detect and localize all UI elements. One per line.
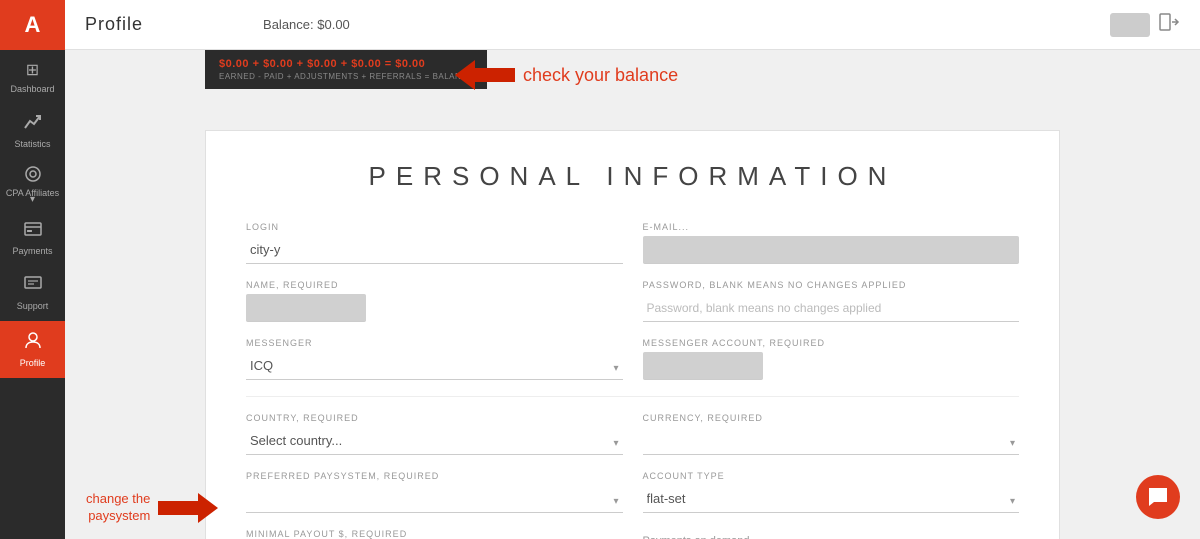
chat-button[interactable] [1136, 475, 1180, 519]
paysystem-select-wrapper [246, 485, 623, 513]
country-label: COUNTRY, REQUIRED [246, 413, 623, 423]
chat-icon [1147, 486, 1169, 508]
dashboard-icon: ⊞ [26, 60, 39, 80]
form-group-password: PASSWORD, BLANK MEANS NO CHANGES APPLIED [643, 280, 1020, 322]
form-group-email: E-MAIL... [643, 222, 1020, 264]
paysystem-select[interactable] [246, 485, 623, 513]
sidebar-item-label-dashboard: Dashboard [10, 84, 54, 94]
sidebar-item-statistics[interactable]: Statistics [0, 104, 65, 159]
content-area: $0.00 + $0.00 + $0.00 + $0.00 = $0.00 EA… [65, 50, 1200, 539]
form-group-messenger: MESSENGER ICQ Skype Telegram [246, 338, 623, 380]
form-group-login: LOGIN [246, 222, 623, 264]
balance-value: $0.00 [317, 17, 350, 32]
profile-form-card: change thepaysystem PERSONAL INFORMATION… [205, 130, 1060, 539]
form-row-name-password: NAME, REQUIRED PASSWORD, BLANK MEANS NO … [246, 280, 1019, 322]
balance-labels: EARNED - PAID + ADJUSTMENTS + REFERRALS … [219, 72, 473, 81]
topbar: Profile Balance: $0.00 [65, 0, 1200, 50]
messenger-select-wrapper: ICQ Skype Telegram [246, 352, 623, 380]
page-title: Profile [85, 14, 143, 35]
messenger-account-masked [643, 352, 763, 380]
sidebar-logo[interactable]: A [0, 0, 65, 50]
name-masked [246, 294, 366, 322]
form-divider-1 [246, 396, 1019, 397]
form-row-country-currency: COUNTRY, REQUIRED Select country... CURR… [246, 413, 1019, 455]
form-group-payout-info: Payments on demand Holds for no long [643, 529, 1020, 539]
profile-icon [24, 331, 42, 354]
topbar-actions [1110, 11, 1180, 39]
sidebar-item-payments[interactable]: Payments [0, 211, 65, 266]
account-type-select-wrapper: flat-set [643, 485, 1020, 513]
arrow-right-icon [158, 493, 218, 523]
check-balance-annotation: check your balance [455, 60, 678, 90]
sidebar-item-cpa[interactable]: CPA Affiliates ▾ [0, 159, 65, 211]
country-select[interactable]: Select country... [246, 427, 623, 455]
topbar-balance: Balance: $0.00 [263, 17, 350, 32]
form-row-paysystem-account: PREFERRED PAYSYSTEM, REQUIRED ACCOUNT TY… [246, 471, 1019, 513]
currency-select-wrapper [643, 427, 1020, 455]
check-balance-text: check your balance [523, 65, 678, 86]
form-group-currency: CURRENCY, REQUIRED [643, 413, 1020, 455]
sidebar-item-label-support: Support [17, 301, 49, 311]
topbar-extra-button[interactable] [1110, 13, 1150, 37]
balance-label: Balance: [263, 17, 314, 32]
sidebar-item-support[interactable]: Support [0, 266, 65, 321]
logout-icon[interactable] [1158, 11, 1180, 39]
sidebar-item-label-statistics: Statistics [14, 139, 50, 149]
currency-label: CURRENCY, REQUIRED [643, 413, 1020, 423]
form-row-login-email: LOGIN E-MAIL... [246, 222, 1019, 264]
name-label: NAME, REQUIRED [246, 280, 623, 290]
password-label: PASSWORD, BLANK MEANS NO CHANGES APPLIED [643, 280, 1020, 290]
support-icon [24, 276, 42, 297]
form-title: PERSONAL INFORMATION [246, 161, 1019, 192]
arrow-left-icon [455, 60, 515, 90]
form-row-messenger: MESSENGER ICQ Skype Telegram MESSENGER A… [246, 338, 1019, 380]
sidebar: A ⊞ Dashboard Statistics CPA Affiliates … [0, 0, 65, 539]
form-group-messenger-account: MESSENGER ACCOUNT, REQUIRED [643, 338, 1020, 380]
form-group-account-type: ACCOUNT TYPE flat-set [643, 471, 1020, 513]
payout-info: Payments on demand Holds for no long [643, 533, 1020, 539]
main-area: Profile Balance: $0.00 $0.00 + $0.00 + $… [65, 0, 1200, 539]
form-row-payout: MINIMAL PAYOUT $, REQUIRED Payments on d… [246, 529, 1019, 539]
sidebar-item-dashboard[interactable]: ⊞ Dashboard [0, 50, 65, 104]
messenger-label: MESSENGER [246, 338, 623, 348]
payout-info-line1: Payments on demand [643, 533, 1020, 539]
form-group-country: COUNTRY, REQUIRED Select country... [246, 413, 623, 455]
account-type-select[interactable]: flat-set [643, 485, 1020, 513]
balance-banner: $0.00 + $0.00 + $0.00 + $0.00 = $0.00 EA… [205, 50, 487, 89]
email-label: E-MAIL... [643, 222, 1020, 232]
sidebar-item-profile[interactable]: Profile [0, 321, 65, 378]
login-label: LOGIN [246, 222, 623, 232]
cpa-icon [24, 165, 42, 188]
currency-select[interactable] [643, 427, 1020, 455]
statistics-icon [24, 114, 42, 135]
messenger-account-label: MESSENGER ACCOUNT, REQUIRED [643, 338, 1020, 348]
sidebar-item-label-payments: Payments [12, 246, 52, 256]
email-masked [643, 236, 1020, 264]
country-select-wrapper: Select country... [246, 427, 623, 455]
form-group-paysystem: PREFERRED PAYSYSTEM, REQUIRED [246, 471, 623, 513]
minimal-payout-label: MINIMAL PAYOUT $, REQUIRED [246, 529, 623, 539]
change-paysystem-annotation: change thepaysystem [86, 491, 218, 525]
paysystem-label: PREFERRED PAYSYSTEM, REQUIRED [246, 471, 623, 481]
change-paysystem-text: change thepaysystem [86, 491, 150, 525]
messenger-select[interactable]: ICQ Skype Telegram [246, 352, 623, 380]
password-input[interactable] [643, 294, 1020, 322]
account-type-label: ACCOUNT TYPE [643, 471, 1020, 481]
form-group-minimal-payout: MINIMAL PAYOUT $, REQUIRED [246, 529, 623, 539]
chevron-down-icon: ▾ [30, 194, 35, 205]
form-group-name: NAME, REQUIRED [246, 280, 623, 322]
balance-formula: $0.00 + $0.00 + $0.00 + $0.00 = $0.00 [219, 58, 473, 70]
sidebar-item-label-profile: Profile [20, 358, 46, 368]
payments-icon [24, 221, 42, 242]
login-input[interactable] [246, 236, 623, 264]
